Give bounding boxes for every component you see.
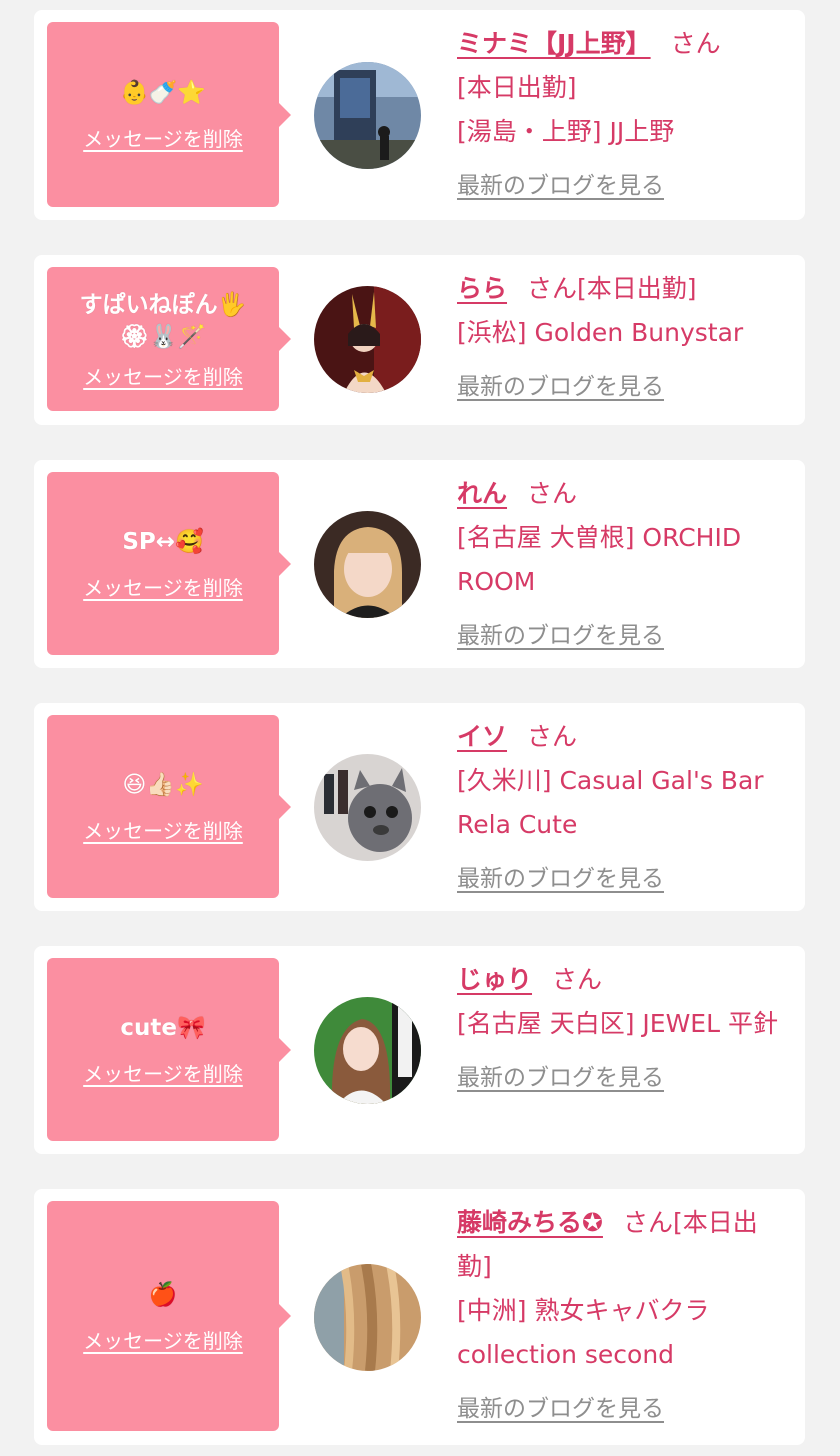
message-bubble: すぱいねぽん🖐 🏵🐰🪄 メッセージを削除 [47, 267, 291, 411]
message-bubble: 🍎 メッセージを削除 [47, 1201, 291, 1431]
message-text: 👶🍼⭐ [120, 80, 206, 106]
message-bubble: 😆👍🏻✨ メッセージを削除 [47, 715, 291, 898]
message-bubble: 👶🍼⭐ メッセージを削除 [47, 22, 291, 207]
view-blog-link[interactable]: 最新のブログを見る [457, 1056, 664, 1100]
photo-cat-avatar-icon [314, 754, 421, 861]
cast-info: 藤崎みちる✪ さん[本日出勤] [中洲] 熟女キャバクラ collection s… [457, 1201, 787, 1431]
cast-card: すぱいねぽん🖐 🏵🐰🪄 メッセージを削除 らら さん[本日出勤] [浜松] Gol… [34, 255, 805, 425]
cast-info: れん さん [名古屋 大曽根] ORCHID ROOM 最新のブログを見る [457, 472, 787, 658]
cast-card: SP↔🥰 メッセージを削除 れん さん [名古屋 大曽根] ORCHID ROOM… [34, 460, 805, 668]
shop-line: [中洲] 熟女キャバクラ collection second [457, 1296, 710, 1369]
delete-message-link[interactable]: メッセージを削除 [83, 1058, 243, 1087]
status-line: [本日出勤] [457, 73, 577, 102]
cast-card: cute🎀 メッセージを削除 じゅり さん [名古屋 天白区] JEWEL 平針 … [34, 946, 805, 1154]
photo-bunny-avatar-icon [314, 286, 421, 393]
honorific: さん [670, 29, 721, 58]
message-text: SP↔🥰 [122, 529, 204, 555]
message-bubble: SP↔🥰 メッセージを削除 [47, 472, 291, 655]
cast-name-link[interactable]: れん [457, 479, 507, 508]
message-text: すぱいねぽん🖐 🏵🐰🪄 [79, 291, 247, 350]
message-bubble: cute🎀 メッセージを削除 [47, 958, 291, 1141]
cast-card: 😆👍🏻✨ メッセージを削除 イソ さん [久米川] Casual Gal's Ba… [34, 703, 805, 911]
view-blog-link[interactable]: 最新のブログを見る [457, 365, 664, 409]
shop-line: [湯島・上野] JJ上野 [457, 117, 675, 146]
honorific: さん [527, 479, 578, 508]
view-blog-link[interactable]: 最新のブログを見る [457, 164, 664, 208]
delete-message-link[interactable]: メッセージを削除 [83, 1325, 243, 1354]
shop-line: [名古屋 大曽根] ORCHID ROOM [457, 523, 742, 596]
cast-name-link[interactable]: じゅり [457, 965, 532, 994]
photo-street-avatar-icon [314, 62, 421, 169]
cast-name-link[interactable]: 藤崎みちる✪ [457, 1208, 603, 1237]
cast-name-link[interactable]: らら [457, 274, 507, 303]
photo-portrait-sign-avatar-icon [314, 997, 421, 1104]
photo-portrait-avatar-icon [314, 511, 421, 618]
message-text: 😆👍🏻✨ [122, 772, 204, 798]
cast-name-link[interactable]: イソ [457, 722, 507, 751]
shop-line: [久米川] Casual Gal's Bar Rela Cute [457, 766, 764, 839]
view-blog-link[interactable]: 最新のブログを見る [457, 1387, 664, 1431]
delete-message-link[interactable]: メッセージを削除 [83, 361, 243, 390]
cast-info: じゅり さん [名古屋 天白区] JEWEL 平針 最新のブログを見る [457, 958, 787, 1100]
message-text: 🍎 [148, 1281, 178, 1308]
cast-avatar[interactable] [314, 286, 421, 393]
cast-avatar[interactable] [314, 62, 421, 169]
delete-message-link[interactable]: メッセージを削除 [83, 123, 243, 152]
favorite-cast-list: 👶🍼⭐ メッセージを削除 ミナミ【JJ上野】 さん [本日出勤] [湯島・上野] … [0, 0, 840, 1456]
shop-line: [名古屋 天白区] JEWEL 平針 [457, 1009, 778, 1038]
cast-name-link[interactable]: ミナミ【JJ上野】 [457, 29, 651, 58]
honorific: さん [552, 965, 603, 994]
cast-info: らら さん[本日出勤] [浜松] Golden Bunystar 最新のブログを見… [457, 267, 787, 409]
view-blog-link[interactable]: 最新のブログを見る [457, 614, 664, 658]
cast-info: ミナミ【JJ上野】 さん [本日出勤] [湯島・上野] JJ上野 最新のブログを見… [457, 22, 787, 208]
honorific: さん [527, 722, 578, 751]
cast-card: 👶🍼⭐ メッセージを削除 ミナミ【JJ上野】 さん [本日出勤] [湯島・上野] … [34, 10, 805, 220]
photo-hair-avatar-icon [314, 1264, 421, 1371]
message-text: cute🎀 [120, 1015, 206, 1041]
cast-card: 🍎 メッセージを削除 藤崎みちる✪ さん[本日出勤] [中洲] 熟女キャバクラ c… [34, 1189, 805, 1445]
shop-line: [浜松] Golden Bunystar [457, 318, 744, 347]
cast-avatar[interactable] [314, 997, 421, 1104]
honorific: さん [622, 1208, 673, 1237]
cast-avatar[interactable] [314, 754, 421, 861]
cast-avatar[interactable] [314, 1264, 421, 1371]
cast-info: イソ さん [久米川] Casual Gal's Bar Rela Cute 最新… [457, 715, 787, 901]
delete-message-link[interactable]: メッセージを削除 [83, 815, 243, 844]
cast-avatar[interactable] [314, 511, 421, 618]
view-blog-link[interactable]: 最新のブログを見る [457, 857, 664, 901]
honorific: さん [527, 274, 578, 303]
status-text: [本日出勤] [577, 274, 697, 303]
delete-message-link[interactable]: メッセージを削除 [83, 572, 243, 601]
